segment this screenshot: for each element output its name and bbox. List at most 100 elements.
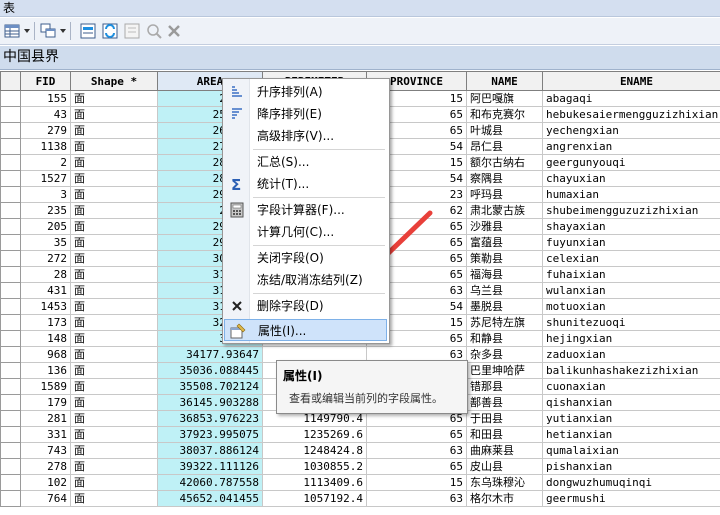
cell-name[interactable]: 和田县 [466, 426, 543, 443]
cell-perimeter[interactable]: 1030855.2 [262, 458, 367, 475]
cell-area[interactable]: 35036.088445 [157, 362, 263, 379]
related-tables-icon[interactable] [40, 23, 56, 39]
menu-item-sort-descending[interactable]: 降序排列(E) [224, 103, 387, 125]
menu-item-field-calculator[interactable]: 字段计算器(F)... [224, 199, 387, 221]
chevron-down-icon[interactable] [24, 29, 30, 33]
cell-name[interactable]: 和布克赛尔 [466, 106, 543, 123]
cell-fid[interactable]: 35 [20, 234, 71, 251]
cell-name[interactable]: 皮山县 [466, 458, 543, 475]
cell-area[interactable]: 39322.111126 [157, 458, 263, 475]
cell-fid[interactable]: 1527 [20, 170, 71, 187]
cell-name[interactable]: 墨脱县 [466, 298, 543, 315]
row-selector[interactable] [0, 426, 21, 443]
cell-shape[interactable]: 面 [70, 426, 158, 443]
cell-perimeter[interactable]: 1235269.6 [262, 426, 367, 443]
table-row[interactable]: 331 面 37923.995075 1235269.6 65 和田县 hetianxian [0, 426, 720, 443]
row-selector[interactable] [0, 346, 21, 363]
row-selector[interactable] [0, 298, 21, 315]
cell-shape[interactable]: 面 [70, 202, 158, 219]
row-selector[interactable] [0, 490, 21, 507]
cell-ename[interactable]: chayuxian [542, 170, 720, 187]
row-selector[interactable] [0, 122, 21, 139]
row-selector[interactable] [0, 218, 21, 235]
cell-name[interactable]: 策勒县 [466, 250, 543, 267]
row-selector[interactable] [0, 250, 21, 267]
cell-area[interactable]: 34177.93647 [157, 346, 263, 363]
cell-shape[interactable]: 面 [70, 410, 158, 427]
cell-name[interactable]: 于田县 [466, 410, 543, 427]
cell-fid[interactable]: 1453 [20, 298, 71, 315]
cell-shape[interactable]: 面 [70, 218, 158, 235]
cell-area[interactable]: 36145.903288 [157, 394, 263, 411]
cell-name[interactable]: 富蕴县 [466, 234, 543, 251]
row-selector[interactable] [0, 458, 21, 475]
cell-fid[interactable]: 155 [20, 90, 71, 107]
row-selector[interactable] [0, 394, 21, 411]
cell-name[interactable]: 曲麻莱县 [466, 442, 543, 459]
table-row[interactable]: 278 面 39322.111126 1030855.2 65 皮山县 pishanxian [0, 458, 720, 475]
cell-province[interactable]: 65 [366, 458, 467, 475]
cell-shape[interactable]: 面 [70, 394, 158, 411]
cell-ename[interactable]: qumalaixian [542, 442, 720, 459]
row-selector[interactable] [0, 410, 21, 427]
cell-shape[interactable]: 面 [70, 106, 158, 123]
cell-ename[interactable]: celexian [542, 250, 720, 267]
cell-name[interactable]: 和静县 [466, 330, 543, 347]
cell-ename[interactable]: qishanxian [542, 394, 720, 411]
menu-item-delete-field[interactable]: 删除字段(D) [224, 295, 387, 317]
select-by-attributes-icon[interactable] [80, 23, 96, 39]
cell-perimeter[interactable]: 1248424.8 [262, 442, 367, 459]
row-selector[interactable] [0, 90, 21, 107]
cell-perimeter[interactable]: 1113409.6 [262, 474, 367, 491]
menu-item-turn-field-off[interactable]: 关闭字段(O) [224, 247, 387, 269]
cell-fid[interactable]: 3 [20, 186, 71, 203]
cell-name[interactable]: 苏尼特左旗 [466, 314, 543, 331]
cell-fid[interactable]: 148 [20, 330, 71, 347]
cell-name[interactable]: 肃北蒙古族 [466, 202, 543, 219]
row-selector-header[interactable] [0, 71, 21, 91]
menu-item-sort-ascending[interactable]: 升序排列(A) [224, 81, 387, 103]
menu-item-summarize[interactable]: 汇总(S)... [224, 151, 387, 173]
cell-shape[interactable]: 面 [70, 250, 158, 267]
table-row[interactable]: 743 面 38037.886124 1248424.8 63 曲麻莱县 qumalaixi… [0, 442, 720, 459]
cell-shape[interactable]: 面 [70, 330, 158, 347]
cell-fid[interactable]: 331 [20, 426, 71, 443]
row-selector[interactable] [0, 362, 21, 379]
cell-ename[interactable]: geergunyouqi [542, 154, 720, 171]
cell-fid[interactable]: 431 [20, 282, 71, 299]
row-selector[interactable] [0, 186, 21, 203]
cell-ename[interactable]: yechengxian [542, 122, 720, 139]
cell-ename[interactable]: wulanxian [542, 282, 720, 299]
cell-ename[interactable]: angrenxian [542, 138, 720, 155]
cell-shape[interactable]: 面 [70, 266, 158, 283]
cell-shape[interactable]: 面 [70, 346, 158, 363]
cell-name[interactable]: 乌兰县 [466, 282, 543, 299]
cell-ename[interactable]: geermushi [542, 490, 720, 507]
cell-name[interactable]: 杂多县 [466, 346, 543, 363]
column-header-name[interactable]: NAME [466, 71, 543, 91]
cell-ename[interactable]: fuyunxian [542, 234, 720, 251]
cell-area[interactable]: 35508.702124 [157, 378, 263, 395]
cell-name[interactable]: 鄯善县 [466, 394, 543, 411]
row-selector[interactable] [0, 138, 21, 155]
cell-shape[interactable]: 面 [70, 234, 158, 251]
cell-shape[interactable]: 面 [70, 458, 158, 475]
cell-fid[interactable]: 1589 [20, 378, 71, 395]
row-selector[interactable] [0, 266, 21, 283]
menu-item-properties[interactable]: 属性(I)... [224, 319, 387, 341]
cell-shape[interactable]: 面 [70, 282, 158, 299]
cell-shape[interactable]: 面 [70, 490, 158, 507]
cell-shape[interactable]: 面 [70, 186, 158, 203]
cell-shape[interactable]: 面 [70, 362, 158, 379]
cell-name[interactable]: 巴里坤哈萨 [466, 362, 543, 379]
cell-ename[interactable]: fuhaixian [542, 266, 720, 283]
cell-shape[interactable]: 面 [70, 170, 158, 187]
row-selector[interactable] [0, 282, 21, 299]
cell-name[interactable]: 呼玛县 [466, 186, 543, 203]
table-options-icon[interactable] [4, 23, 20, 39]
chevron-down-icon[interactable] [60, 29, 66, 33]
zoom-to-selected-icon[interactable] [146, 23, 162, 39]
table-row[interactable]: 102 面 42060.787558 1113409.6 15 东乌珠穆沁 dongwuzh… [0, 474, 720, 491]
cell-fid[interactable]: 173 [20, 314, 71, 331]
cell-shape[interactable]: 面 [70, 378, 158, 395]
